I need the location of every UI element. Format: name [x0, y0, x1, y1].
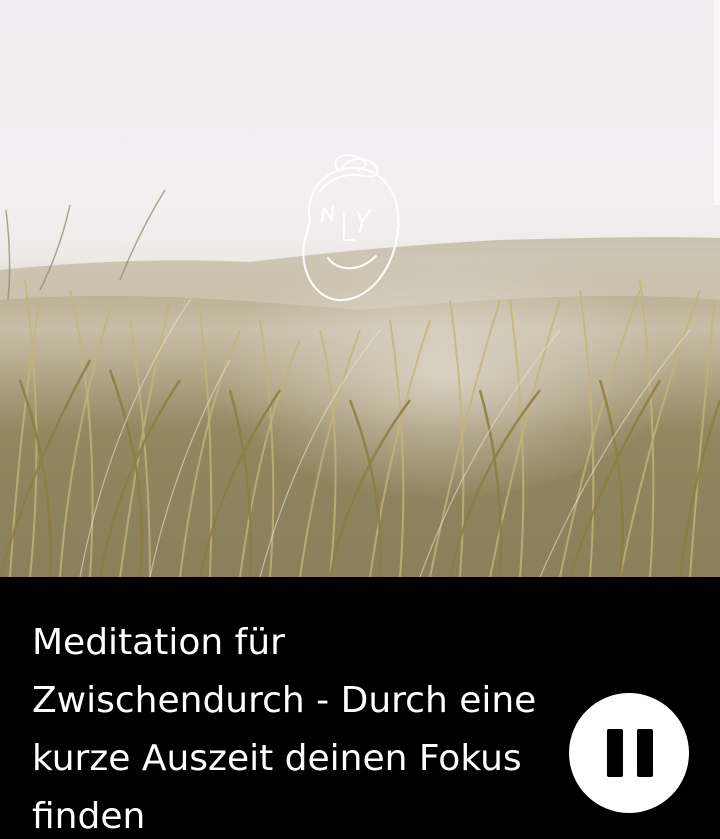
- episode-title: Meditation für Zwischendurch - Durch ein…: [32, 622, 537, 837]
- scroll-indicator: [714, 0, 720, 205]
- pause-button[interactable]: [569, 693, 689, 813]
- face-logo-icon: [302, 154, 400, 302]
- pause-icon: [607, 729, 653, 777]
- podcast-player-screen: Meditation für Zwischendurch - Durch ein…: [0, 0, 720, 839]
- cover-image: [0, 0, 720, 577]
